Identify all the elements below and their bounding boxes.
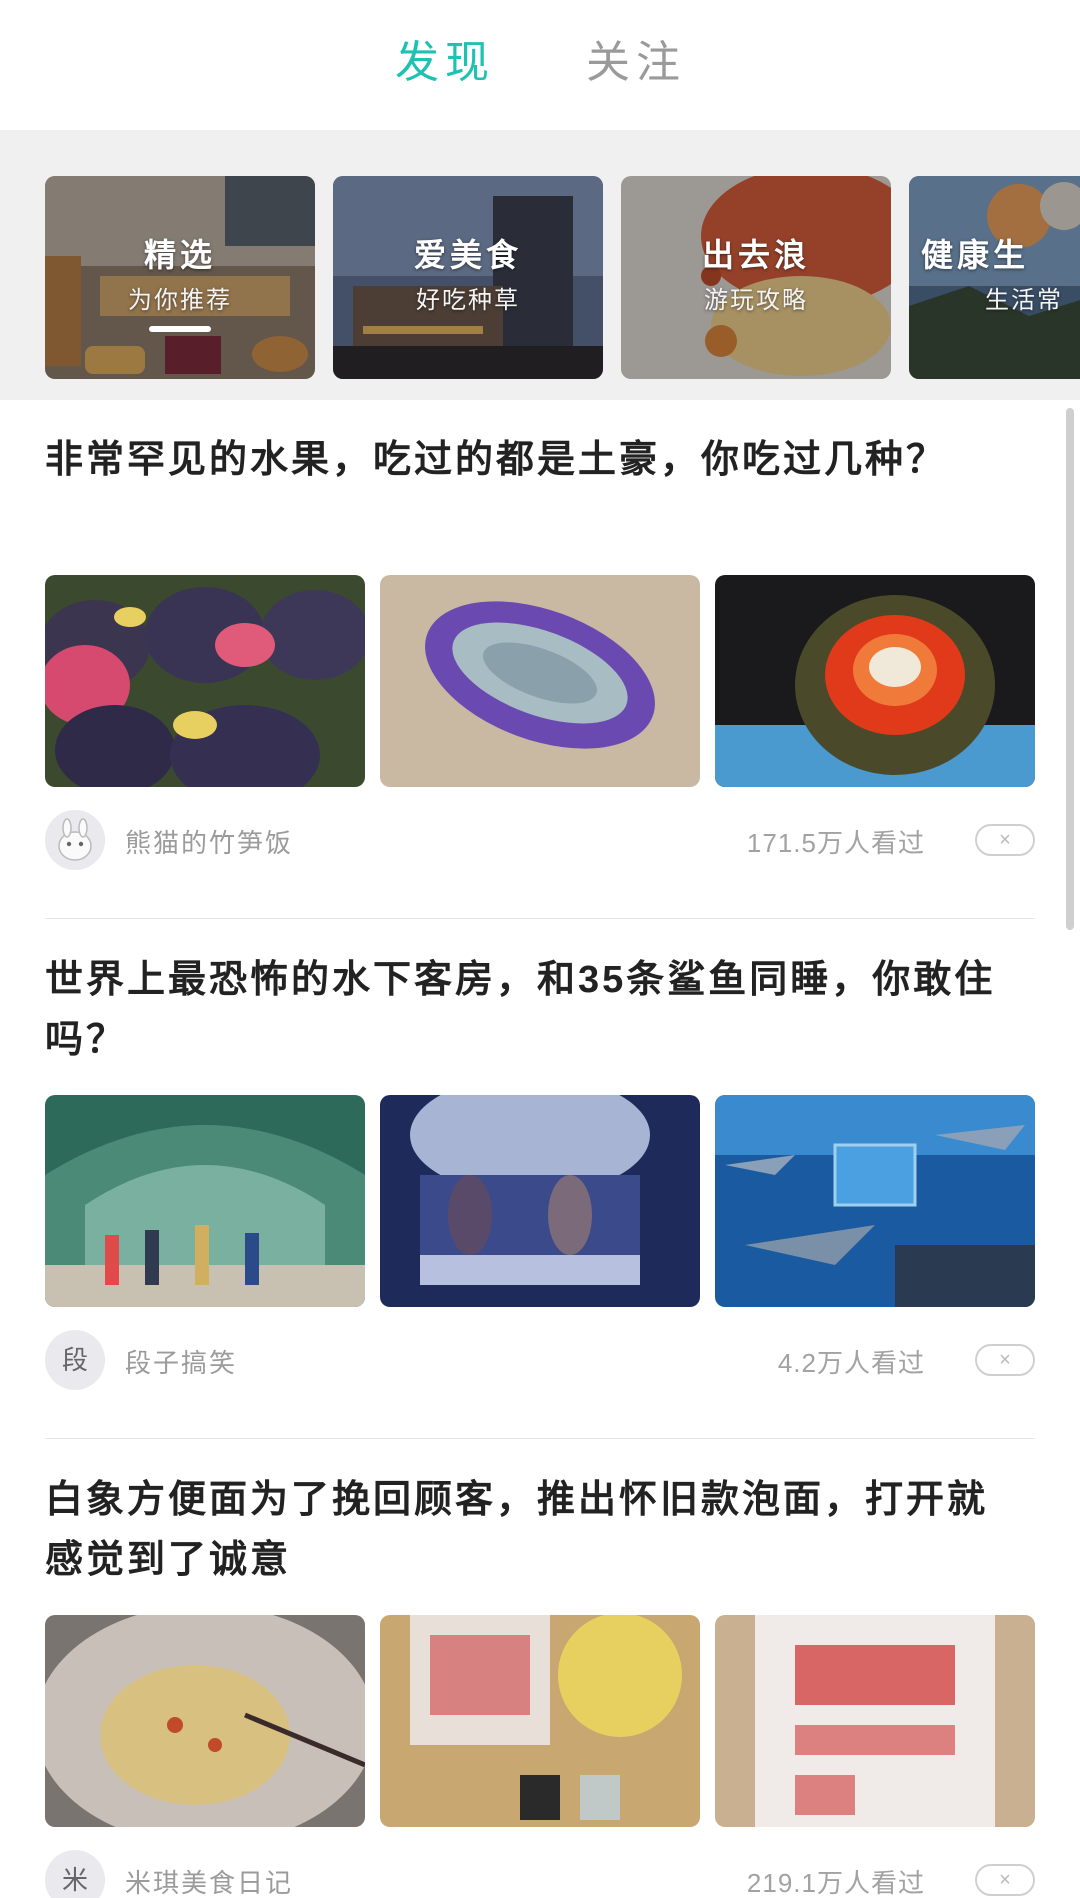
card-overlay [333,176,603,379]
scrollbar[interactable] [1066,408,1074,930]
category-card-featured[interactable]: 精选 为你推荐 [45,176,315,379]
author-avatar[interactable]: 米 [45,1850,105,1898]
article-image[interactable] [715,1615,1035,1827]
tab-discover[interactable]: 发现 [395,30,495,96]
article-image[interactable] [380,575,700,787]
category-title: 健康生 [921,237,1030,273]
purple-fruit-photo [380,575,700,787]
article-meta: 熊猫的竹笋饭 171.5万人看过 × [45,810,1035,870]
article-image[interactable] [715,1095,1035,1307]
category-strip: 精选 为你推荐 爱美食 好吃种草 出去浪 游玩攻略 健康生 生活常 [0,130,1080,400]
author-avatar[interactable] [45,810,105,870]
category-title: 精选 [143,237,216,273]
dismiss-button[interactable]: × [975,1344,1035,1376]
dismiss-button[interactable]: × [975,1864,1035,1896]
top-tab-bar: 发现 关注 [0,0,1080,130]
author-name[interactable]: 米琪美食日记 [125,1863,293,1898]
red-spiky-fruit-photo [715,575,1035,787]
category-card-travel[interactable]: 出去浪 游玩攻略 [621,176,891,379]
category-subtitle: 生活常 [985,287,1063,314]
category-subtitle: 游玩攻略 [704,287,808,314]
article-title[interactable]: 非常罕见的水果，吃过的都是土豪，你吃过几种？ [45,430,1005,490]
card-overlay [45,176,315,379]
sharks-room-photo [715,1095,1035,1307]
article-title[interactable]: 白象方便面为了挽回顾客，推出怀旧款泡面，打开就感觉到了诚意 [45,1470,1005,1590]
panda-avatar-icon [45,810,105,870]
dismiss-button[interactable]: × [975,824,1035,856]
article-feed[interactable]: 非常罕见的水果，吃过的都是土豪，你吃过几种？ 熊猫的竹笋饭 171.5万人看过 … [0,400,1080,1898]
divider [45,1438,1035,1439]
view-count: 4.2万人看过 [777,1348,925,1378]
article-image[interactable] [45,575,365,787]
noodle-package-photo [715,1615,1035,1827]
category-card-food[interactable]: 爱美食 好吃种草 [333,176,603,379]
author-name[interactable]: 熊猫的竹笋饭 [125,823,293,860]
view-count: 219.1万人看过 [746,1868,925,1898]
watermelon-photo [45,575,365,787]
aquarium-tunnel-photo [45,1095,365,1307]
author-name[interactable]: 段子搞笑 [125,1343,237,1380]
category-title: 爱美食 [413,237,522,273]
card-overlay [909,176,1080,379]
article-meta: 米 米琪美食日记 219.1万人看过 × [45,1850,1035,1898]
category-subtitle: 为你推荐 [128,287,232,314]
divider [45,918,1035,919]
article-image[interactable] [45,1095,365,1307]
card-overlay [621,176,891,379]
category-title: 出去浪 [701,237,810,273]
underwater-room-photo [380,1095,700,1307]
category-subtitle: 好吃种草 [416,287,520,314]
tab-follow[interactable]: 关注 [586,30,686,96]
view-count: 171.5万人看过 [746,828,925,858]
article-image[interactable] [45,1615,365,1827]
article-image[interactable] [380,1095,700,1307]
article-meta: 段 段子搞笑 4.2万人看过 × [45,1330,1035,1390]
selected-indicator [149,326,211,332]
category-card-health[interactable]: 健康生 生活常 [909,176,1080,379]
article-image[interactable] [380,1615,700,1827]
article-image[interactable] [715,575,1035,787]
author-avatar[interactable]: 段 [45,1330,105,1390]
article-title[interactable]: 世界上最恐怖的水下客房，和35条鲨鱼同睡，你敢住吗？ [45,950,1005,1070]
noodle-package-open-photo [380,1615,700,1827]
noodle-bowl-photo [45,1615,365,1827]
